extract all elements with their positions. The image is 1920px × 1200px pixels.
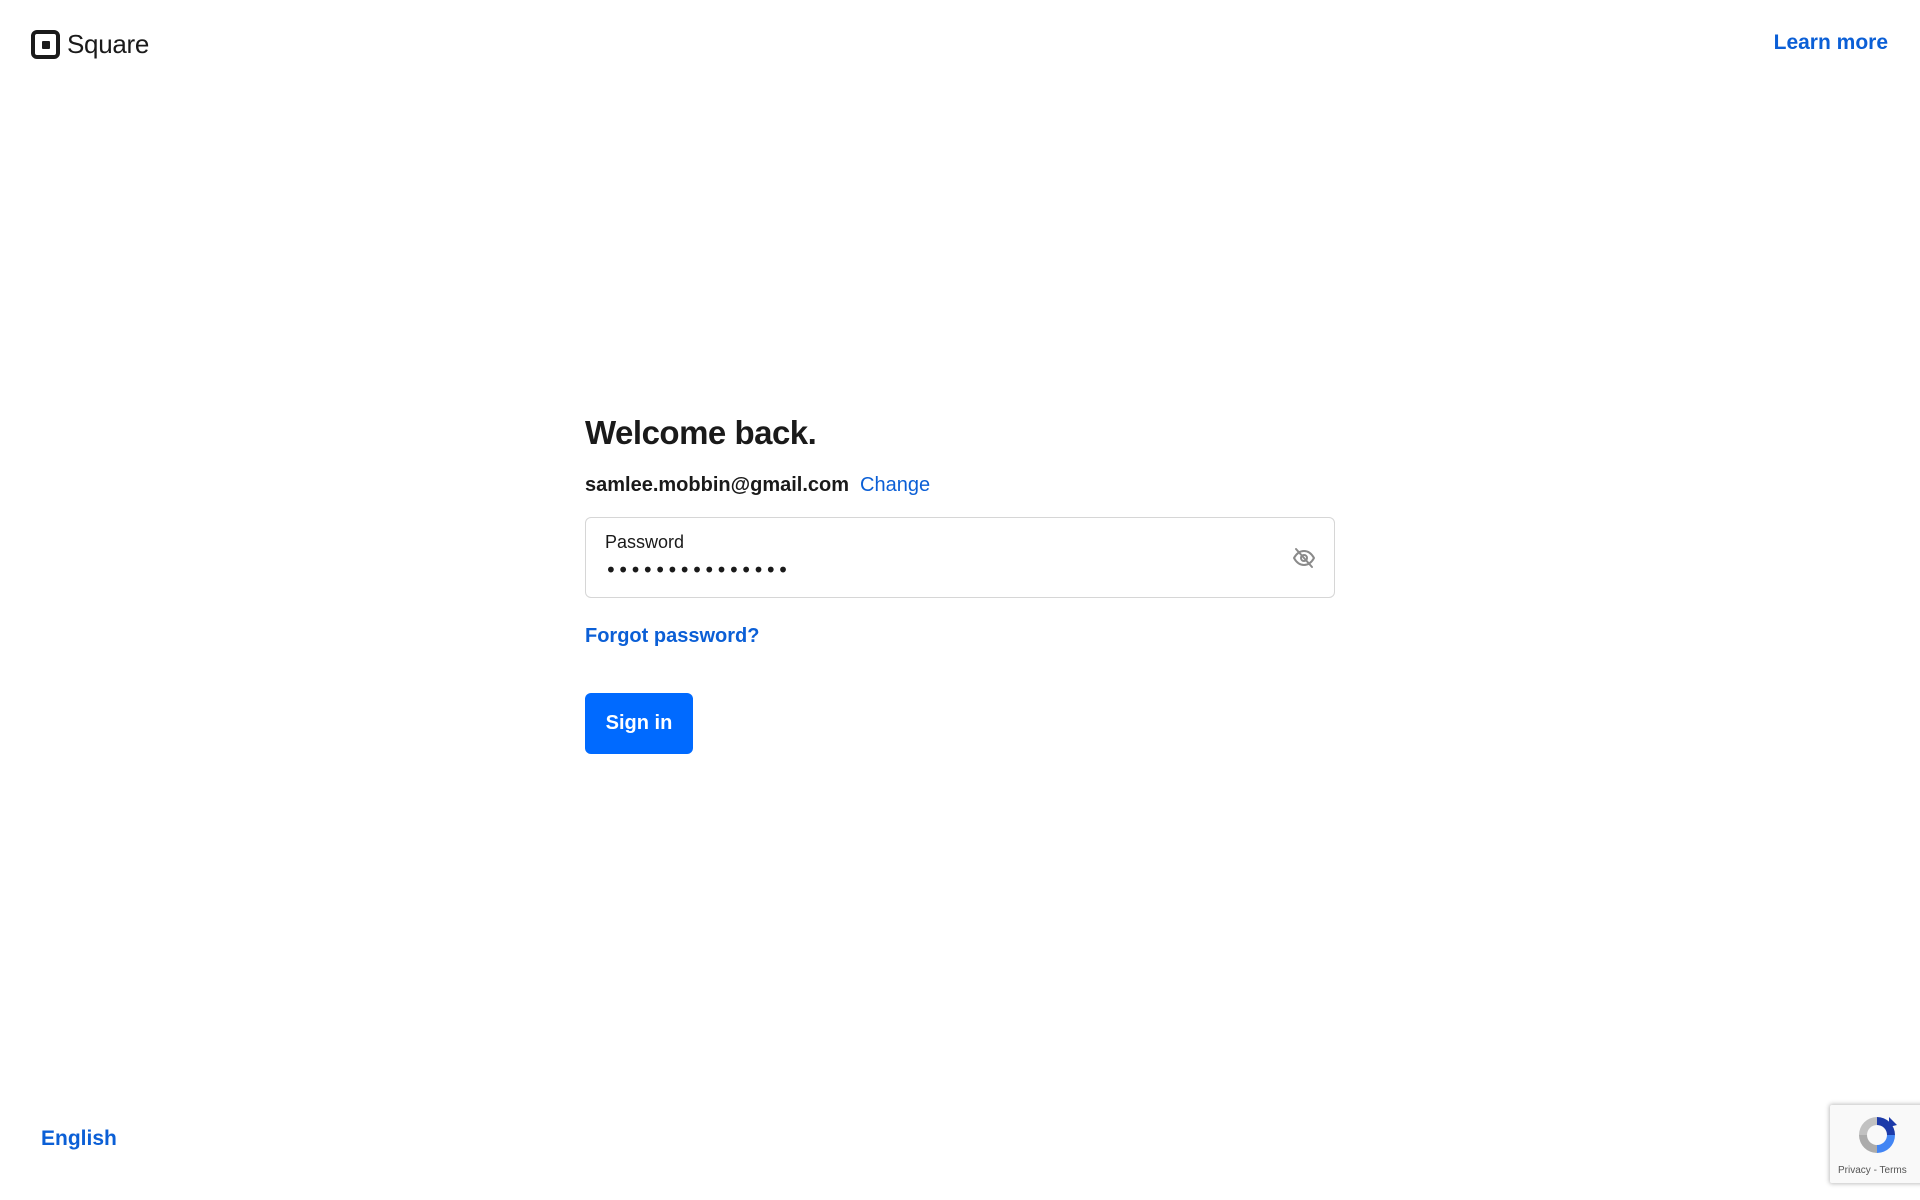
recaptcha-privacy-link[interactable]: Privacy bbox=[1838, 1165, 1871, 1176]
sign-in-form: Welcome back. samlee.mobbin@gmail.com Ch… bbox=[585, 413, 1335, 754]
eye-off-icon[interactable] bbox=[1292, 546, 1316, 570]
password-field[interactable]: Password bbox=[585, 517, 1335, 598]
recaptcha-icon bbox=[1859, 1117, 1897, 1153]
account-email: samlee.mobbin@gmail.com bbox=[585, 474, 850, 496]
sign-in-button[interactable]: Sign in bbox=[585, 693, 693, 754]
change-email-link[interactable]: Change bbox=[860, 474, 930, 497]
brand-name: Square bbox=[67, 29, 150, 59]
language-selector[interactable]: English bbox=[41, 1127, 117, 1151]
password-input[interactable] bbox=[605, 559, 1205, 581]
page-title: Welcome back. bbox=[585, 414, 817, 451]
recaptcha-links: Privacy - Terms bbox=[1838, 1165, 1907, 1176]
login-page: Square Learn more Welcome back. samlee.m… bbox=[0, 0, 1920, 1200]
square-logo-icon bbox=[31, 30, 60, 59]
recaptcha-terms-link[interactable]: Terms bbox=[1880, 1165, 1907, 1176]
square-logo[interactable]: Square bbox=[31, 29, 149, 60]
email-row: samlee.mobbin@gmail.com Change bbox=[585, 474, 1335, 497]
password-label: Password bbox=[605, 532, 685, 552]
recaptcha-separator: - bbox=[1870, 1165, 1880, 1176]
forgot-password-link[interactable]: Forgot password? bbox=[585, 625, 759, 648]
recaptcha-badge[interactable]: Privacy - Terms bbox=[1830, 1105, 1920, 1183]
learn-more-link[interactable]: Learn more bbox=[1774, 31, 1888, 55]
